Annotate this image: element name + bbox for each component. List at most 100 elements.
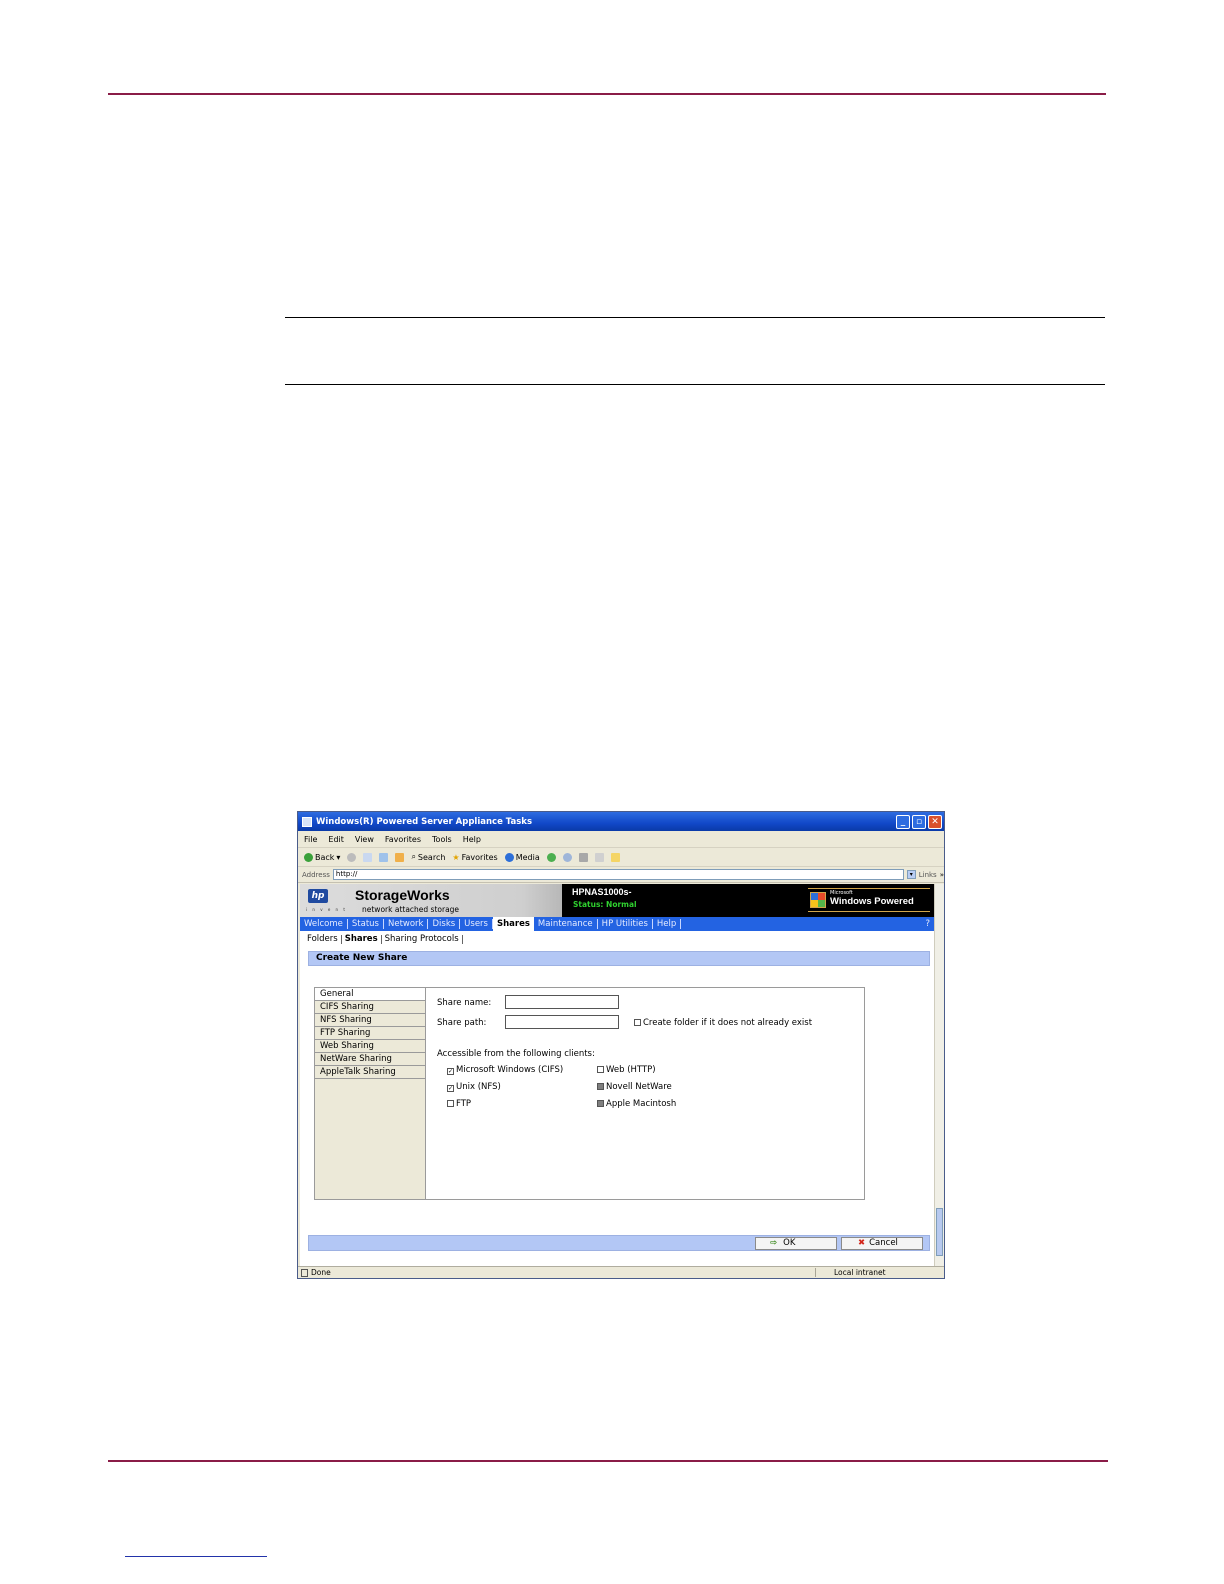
address-dropdown-icon[interactable]: ▾: [906, 870, 916, 879]
tab-netware-sharing[interactable]: NetWare Sharing: [315, 1053, 425, 1066]
tab-general[interactable]: General: [315, 988, 425, 1001]
menu-file[interactable]: File: [304, 835, 317, 844]
search-icon: ⌕: [411, 852, 416, 861]
tab-ftp-sharing[interactable]: FTP Sharing: [315, 1027, 425, 1040]
mail-icon[interactable]: [562, 852, 572, 862]
cifs-checkbox[interactable]: ✓: [447, 1068, 454, 1075]
ie-icon: [302, 816, 312, 827]
window-titlebar: Windows(R) Powered Server Appliance Task…: [298, 812, 944, 831]
main-nav: Welcome Status Network Disks Users Share…: [300, 917, 934, 931]
client-cifs[interactable]: ✓ Microsoft Windows (CIFS): [447, 1065, 563, 1075]
nav-help[interactable]: Help: [653, 919, 682, 929]
client-http[interactable]: Web (HTTP): [597, 1065, 656, 1075]
messenger-icon[interactable]: [610, 852, 620, 862]
tab-appletalk-sharing[interactable]: AppleTalk Sharing: [315, 1066, 425, 1079]
tab-cifs-sharing[interactable]: CIFS Sharing: [315, 1001, 425, 1014]
help-icon[interactable]: ?: [925, 919, 934, 929]
nav-network[interactable]: Network: [384, 919, 429, 929]
subnav-folders[interactable]: Folders: [304, 934, 342, 944]
netware-checkbox: [597, 1083, 604, 1090]
maximize-icon[interactable]: ▫: [912, 814, 926, 829]
share-path-input[interactable]: [505, 1015, 619, 1029]
browser-window: Windows(R) Powered Server Appliance Task…: [297, 811, 945, 1279]
windows-powered-logo: Microsoft Windows Powered: [808, 888, 930, 912]
client-macintosh: Apple Macintosh: [597, 1099, 676, 1109]
page-title: Create New Share: [308, 951, 930, 966]
menu-bar: File Edit View Favorites Tools Help: [298, 831, 944, 848]
cancel-x-icon: ✖: [858, 1238, 866, 1248]
note-bottom-rule: [285, 384, 1105, 385]
minimize-icon[interactable]: _: [896, 814, 910, 829]
share-name-label: Share name:: [437, 998, 492, 1008]
macintosh-checkbox: [597, 1100, 604, 1107]
scrollbar-thumb[interactable]: [936, 1208, 943, 1256]
nav-welcome[interactable]: Welcome: [300, 919, 348, 929]
client-ftp[interactable]: FTP: [447, 1099, 471, 1109]
address-bar: Address http:// ▾ Links »: [298, 867, 944, 883]
tab-nfs-sharing[interactable]: NFS Sharing: [315, 1014, 425, 1027]
history-icon[interactable]: [546, 852, 556, 862]
brand-name: StorageWorks: [355, 887, 450, 903]
star-icon: ★: [452, 852, 460, 862]
nfs-checkbox[interactable]: ✓: [447, 1085, 454, 1092]
menu-favorites[interactable]: Favorites: [385, 835, 421, 844]
ftp-checkbox[interactable]: [447, 1100, 454, 1107]
subnav-shares[interactable]: Shares: [342, 934, 382, 944]
share-name-input[interactable]: [505, 995, 619, 1009]
sub-nav: Folders Shares Sharing Protocols: [300, 931, 934, 947]
forward-icon[interactable]: [347, 852, 357, 862]
stop-icon[interactable]: [363, 852, 373, 862]
device-status: Status: Normal: [573, 900, 637, 909]
share-path-label: Share path:: [437, 1018, 487, 1028]
windows-flag-icon: [810, 892, 826, 908]
page-footer-rule: [108, 1460, 1108, 1462]
create-folder-checkbox[interactable]: [634, 1019, 641, 1026]
address-input[interactable]: http://: [332, 869, 904, 880]
hp-invent-tagline: i n v e n t: [306, 907, 347, 912]
chevron-right-icon[interactable]: »: [940, 871, 944, 879]
back-arrow-icon: [304, 852, 313, 862]
property-tabs: General CIFS Sharing NFS Sharing FTP Sha…: [315, 988, 426, 1199]
nav-hp-utilities[interactable]: HP Utilities: [598, 919, 653, 929]
refresh-icon[interactable]: [379, 852, 389, 862]
cancel-button[interactable]: ✖ Cancel: [841, 1237, 923, 1250]
status-text: Done: [311, 1268, 331, 1277]
create-folder-option[interactable]: Create folder if it does not already exi…: [634, 1018, 812, 1028]
device-name: HPNAS1000s-: [572, 887, 632, 897]
browser-toolbar: Back ▾ ⌕ Search ★ Favorites Media: [298, 848, 944, 867]
back-button[interactable]: Back ▾: [304, 852, 340, 862]
arrow-right-icon: ⇨: [770, 1238, 778, 1248]
nav-shares[interactable]: Shares: [492, 917, 534, 931]
menu-view[interactable]: View: [355, 835, 374, 844]
client-nfs[interactable]: ✓ Unix (NFS): [447, 1082, 501, 1092]
nav-status[interactable]: Status: [348, 919, 384, 929]
tab-web-sharing[interactable]: Web Sharing: [315, 1040, 425, 1053]
button-bar: ⇨ OK ✖ Cancel: [308, 1235, 930, 1251]
note-top-rule: [285, 317, 1105, 318]
brand-subtitle: network attached storage: [362, 905, 460, 914]
ok-button[interactable]: ⇨ OK: [755, 1237, 837, 1250]
vertical-scrollbar[interactable]: [934, 884, 944, 1267]
subnav-sharing-protocols[interactable]: Sharing Protocols: [382, 934, 463, 944]
footer-link-underline[interactable]: [125, 1556, 267, 1557]
page-icon: [301, 1268, 308, 1277]
share-properties-panel: General CIFS Sharing NFS Sharing FTP Sha…: [314, 987, 865, 1200]
favorites-button[interactable]: ★ Favorites: [452, 853, 497, 862]
menu-help[interactable]: Help: [463, 835, 481, 844]
menu-edit[interactable]: Edit: [328, 835, 344, 844]
print-icon[interactable]: [578, 852, 588, 862]
media-button[interactable]: Media: [504, 852, 540, 862]
nav-users[interactable]: Users: [460, 919, 493, 929]
links-label[interactable]: Links: [919, 871, 937, 879]
close-icon[interactable]: ✕: [928, 814, 942, 829]
page-header-rule: [108, 93, 1106, 95]
hp-logo: hp: [308, 889, 328, 903]
nav-disks[interactable]: Disks: [428, 919, 461, 929]
home-icon[interactable]: [395, 852, 405, 862]
nav-maintenance[interactable]: Maintenance: [534, 919, 598, 929]
edit-icon[interactable]: [594, 852, 604, 862]
menu-tools[interactable]: Tools: [432, 835, 452, 844]
http-checkbox[interactable]: [597, 1066, 604, 1073]
search-button[interactable]: ⌕ Search: [411, 852, 445, 862]
client-netware: Novell NetWare: [597, 1082, 672, 1092]
